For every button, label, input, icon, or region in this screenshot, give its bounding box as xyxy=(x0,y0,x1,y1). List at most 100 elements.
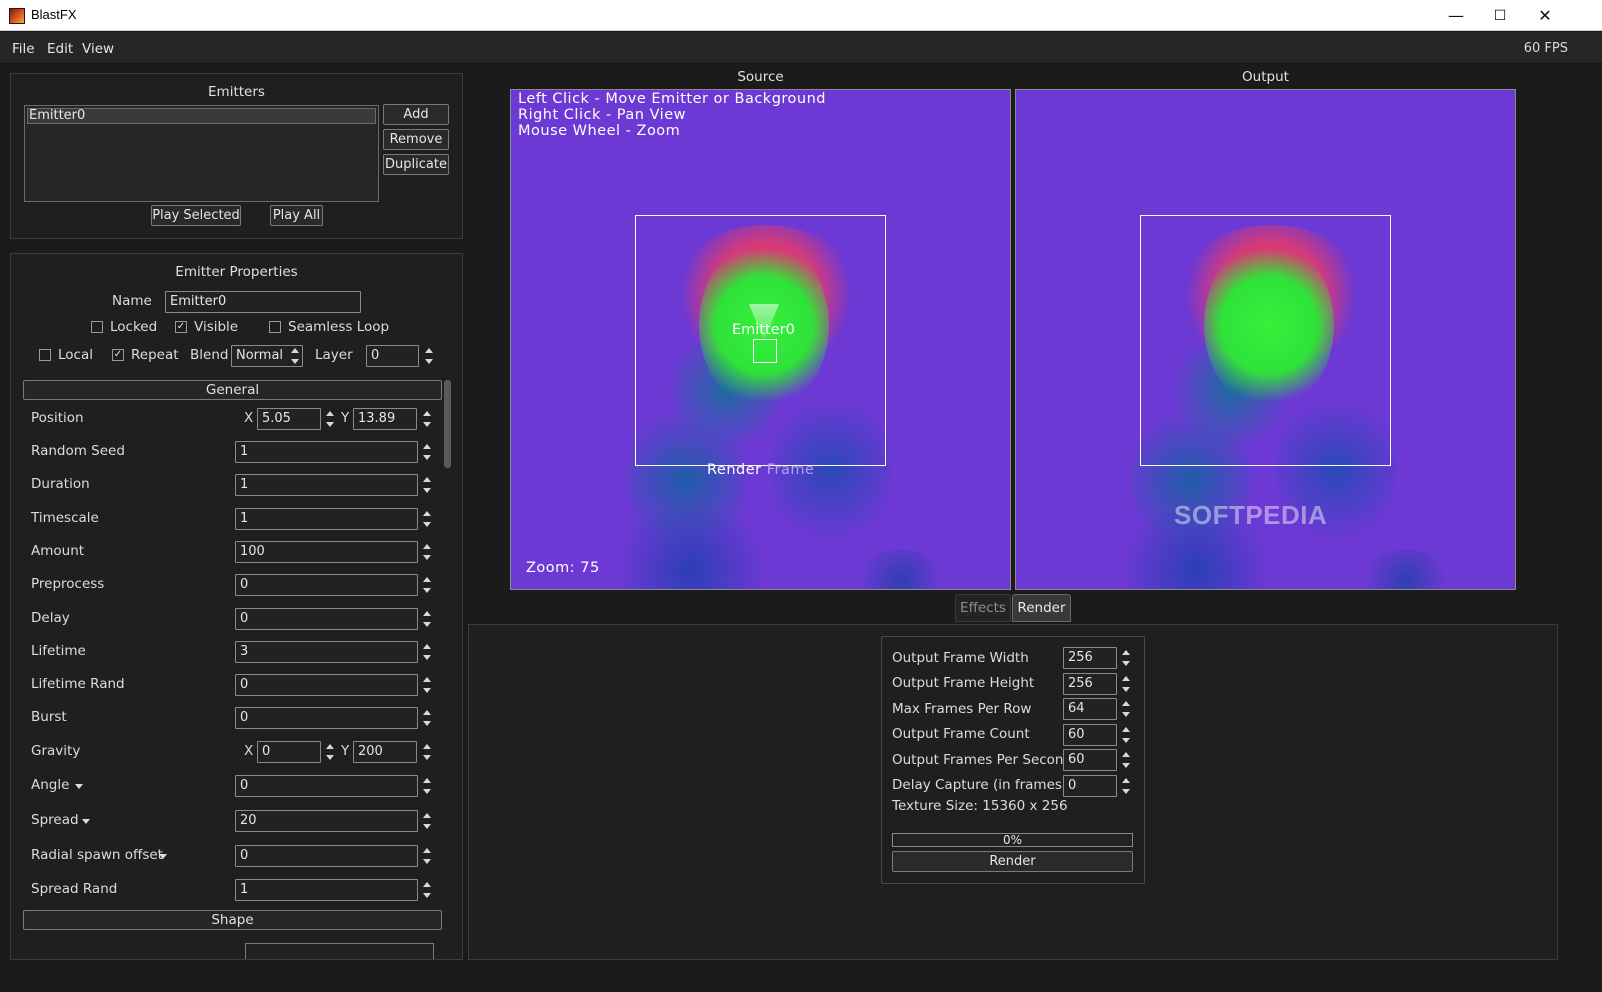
emitter-list-item[interactable]: Emitter0 xyxy=(27,108,376,124)
duration-input[interactable]: 1 xyxy=(235,474,418,496)
random-seed-input[interactable]: 1 xyxy=(235,441,418,463)
radial-dropdown-icon[interactable] xyxy=(159,854,167,859)
radial-spawn-offset-input[interactable]: 0 xyxy=(235,845,418,867)
duplicate-button[interactable]: Duplicate xyxy=(383,154,449,175)
gravity-x-input[interactable]: 0 xyxy=(257,741,321,763)
local-checkbox[interactable] xyxy=(39,349,51,361)
amount-input[interactable]: 100 xyxy=(235,541,418,563)
lifetime-rand-input[interactable]: 0 xyxy=(235,674,418,696)
hint-right-click: Right Click - Pan View xyxy=(518,107,686,123)
emitter-handle[interactable] xyxy=(753,339,777,363)
remove-button[interactable]: Remove xyxy=(383,129,449,150)
position-x-input[interactable]: 5.05 xyxy=(257,408,321,430)
lifetime-label: Lifetime xyxy=(31,643,86,659)
repeat-checkbox[interactable]: ✓ xyxy=(112,349,124,361)
preprocess-spinner[interactable] xyxy=(422,574,432,596)
delay-input[interactable]: 0 xyxy=(235,608,418,630)
menu-file[interactable]: File xyxy=(12,41,35,57)
general-section-header[interactable]: General xyxy=(23,380,442,400)
output-viewport: SOFTPEDIA xyxy=(1015,89,1516,590)
output-fps-spinner[interactable] xyxy=(1121,749,1131,771)
minimize-button[interactable]: — xyxy=(1433,0,1479,31)
menu-view[interactable]: View xyxy=(82,41,114,57)
name-input[interactable]: Emitter0 xyxy=(165,291,361,313)
angle-dropdown-icon[interactable] xyxy=(75,784,83,789)
output-frame-width-input[interactable]: 256 xyxy=(1063,647,1117,669)
delay-spinner[interactable] xyxy=(422,608,432,630)
lifetime-input[interactable]: 3 xyxy=(235,641,418,663)
blend-label: Blend xyxy=(190,347,229,363)
play-all-button[interactable]: Play All xyxy=(270,205,323,226)
angle-input[interactable]: 0 xyxy=(235,775,418,797)
random-seed-spinner[interactable] xyxy=(422,441,432,463)
layer-spinner[interactable] xyxy=(424,345,434,367)
spread-rand-input[interactable]: 1 xyxy=(235,879,418,901)
properties-scrollbar[interactable] xyxy=(444,380,451,468)
max-frames-per-row-spinner[interactable] xyxy=(1121,698,1131,720)
repeat-label: Repeat xyxy=(131,347,179,363)
render-frame-label-b: Frame xyxy=(766,462,815,478)
spread-rand-spinner[interactable] xyxy=(422,879,432,901)
seamless-loop-checkbox[interactable] xyxy=(269,321,281,333)
spread-spinner[interactable] xyxy=(422,810,432,832)
preprocess-input[interactable]: 0 xyxy=(235,574,418,596)
amount-spinner[interactable] xyxy=(422,541,432,563)
hint-left-click: Left Click - Move Emitter or Background xyxy=(518,91,827,107)
menu-edit[interactable]: Edit xyxy=(47,41,73,57)
angle-label[interactable]: Angle xyxy=(31,777,69,793)
output-frame-count-spinner[interactable] xyxy=(1121,724,1131,746)
spread-label[interactable]: Spread xyxy=(31,812,79,828)
hint-mouse-wheel: Mouse Wheel - Zoom xyxy=(518,123,681,139)
delay-capture-input[interactable]: 0 xyxy=(1063,775,1117,797)
render-progress-bar: 0% xyxy=(892,833,1133,847)
timescale-spinner[interactable] xyxy=(422,508,432,530)
output-frame-width-spinner[interactable] xyxy=(1121,647,1131,669)
spread-dropdown-icon[interactable] xyxy=(82,819,90,824)
radial-spawn-offset-spinner[interactable] xyxy=(422,845,432,867)
emitter-properties-panel: Emitter Properties Name Emitter0 Locked … xyxy=(10,253,463,960)
lifetime-rand-spinner[interactable] xyxy=(422,674,432,696)
burst-spinner[interactable] xyxy=(422,707,432,729)
layer-input[interactable]: 0 xyxy=(366,345,419,367)
emitter-label: Emitter0 xyxy=(732,322,795,338)
tab-effects[interactable]: Effects xyxy=(955,594,1011,622)
visible-checkbox[interactable]: ✓ xyxy=(175,321,187,333)
output-frame-height-input[interactable]: 256 xyxy=(1063,673,1117,695)
locked-checkbox[interactable] xyxy=(91,321,103,333)
burst-input[interactable]: 0 xyxy=(235,707,418,729)
play-selected-button[interactable]: Play Selected xyxy=(151,205,241,226)
gravity-x-spinner[interactable] xyxy=(325,741,335,763)
emitter-shape-select[interactable] xyxy=(245,943,434,959)
output-frame-count-input[interactable]: 60 xyxy=(1063,724,1117,746)
output-fps-input[interactable]: 60 xyxy=(1063,749,1117,771)
burst-label: Burst xyxy=(31,709,67,725)
amount-label: Amount xyxy=(31,543,85,559)
tab-render[interactable]: Render xyxy=(1012,594,1071,622)
gravity-y-input[interactable]: 200 xyxy=(353,741,417,763)
timescale-input[interactable]: 1 xyxy=(235,508,418,530)
output-frame-height-spinner[interactable] xyxy=(1121,673,1131,695)
gravity-y-spinner[interactable] xyxy=(422,741,432,763)
close-button[interactable]: ✕ xyxy=(1522,0,1568,31)
render-button[interactable]: Render xyxy=(892,851,1133,872)
output-frame-count-label: Output Frame Count xyxy=(892,726,1030,742)
position-y-input[interactable]: 13.89 xyxy=(353,408,417,430)
output-frame xyxy=(1140,215,1391,466)
position-y-spinner[interactable] xyxy=(422,408,432,430)
blend-select-arrows[interactable] xyxy=(290,345,300,367)
lifetime-spinner[interactable] xyxy=(422,641,432,663)
shape-section-header[interactable]: Shape xyxy=(23,910,442,930)
delay-capture-spinner[interactable] xyxy=(1121,775,1131,797)
max-frames-per-row-input[interactable]: 64 xyxy=(1063,698,1117,720)
angle-spinner[interactable] xyxy=(422,775,432,797)
duration-spinner[interactable] xyxy=(422,474,432,496)
position-x-spinner[interactable] xyxy=(325,408,335,430)
maximize-button[interactable]: ☐ xyxy=(1477,0,1523,31)
add-button[interactable]: Add xyxy=(383,104,449,125)
radial-spawn-offset-label[interactable]: Radial spawn offset xyxy=(31,847,163,863)
delay-label: Delay xyxy=(31,610,70,626)
source-viewport[interactable]: Left Click - Move Emitter or Background … xyxy=(510,89,1011,590)
spread-input[interactable]: 20 xyxy=(235,810,418,832)
emitter-list[interactable]: Emitter0 xyxy=(24,105,379,202)
softpedia-watermark: SOFTPEDIA xyxy=(1174,500,1328,530)
